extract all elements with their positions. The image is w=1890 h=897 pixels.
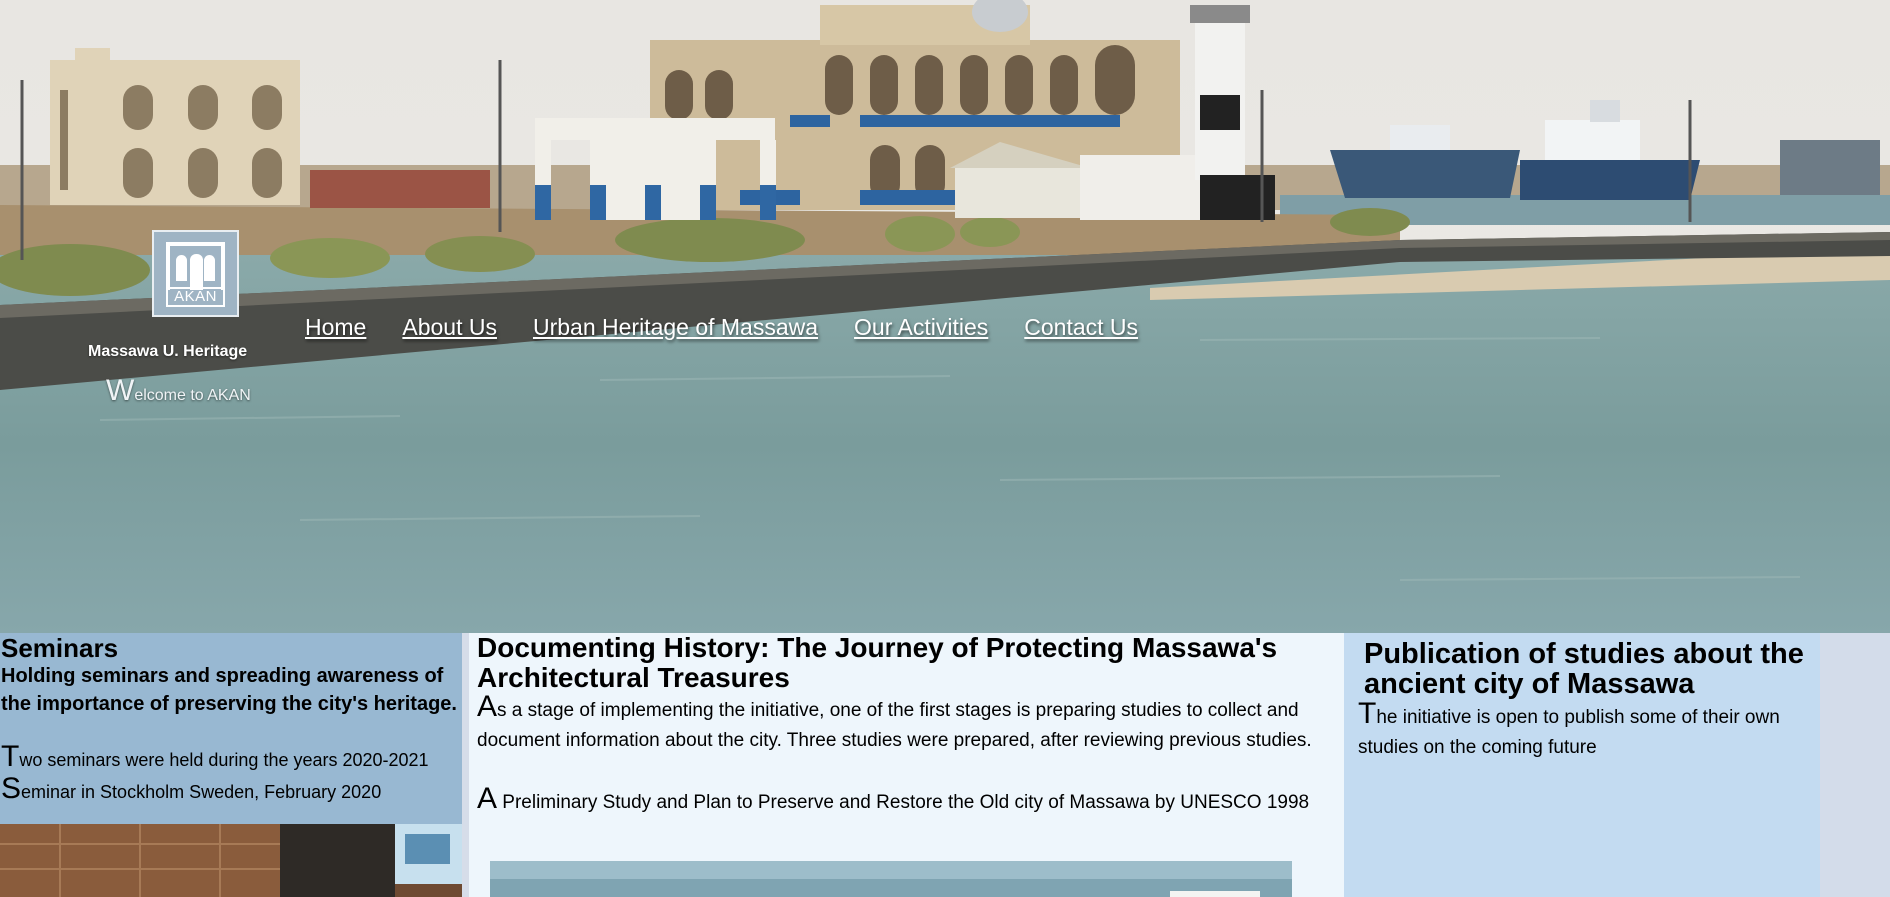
seminar-photo	[0, 824, 462, 897]
hero-banner: AKAN Massawa U. Heritage Welcome to AKAN…	[0, 0, 1890, 633]
nav-about-us[interactable]: About Us	[402, 314, 497, 341]
akan-logo[interactable]: AKAN	[152, 230, 239, 317]
nav-contact-us[interactable]: Contact Us	[1024, 314, 1138, 341]
documenting-title: Documenting History: The Journey of Prot…	[477, 633, 1278, 693]
arch-column	[190, 254, 203, 290]
site-brand: Massawa U. Heritage	[88, 343, 248, 360]
dropcap: A	[477, 690, 498, 723]
main-nav: Home About Us Urban Heritage of Massawa …	[305, 314, 1174, 341]
welcome-rest: elcome to AKAN	[134, 387, 251, 404]
seminars-lead: Holding seminars and spreading awareness…	[1, 665, 457, 715]
seminars-title: Seminars	[1, 633, 119, 663]
publication-section: Publication of studies about the ancient…	[1344, 633, 1820, 897]
nav-urban-heritage[interactable]: Urban Heritage of Massawa	[533, 314, 818, 341]
documenting-paragraph-1: As a stage of implementing the initiativ…	[477, 692, 1337, 756]
paragraph-text: he initiative is open to publish some of…	[1358, 707, 1780, 758]
publication-title: Publication of studies about the ancient…	[1364, 638, 1804, 700]
unesco-study-photo	[490, 861, 1292, 897]
seminars-paragraph-2: Seminar in Stockholm Sweden, February 20…	[1, 772, 381, 806]
dropcap: T	[1, 740, 20, 773]
documenting-section: Documenting History: The Journey of Prot…	[469, 633, 1344, 897]
paragraph-text: wo seminars were held during the years 2…	[19, 750, 429, 770]
nav-our-activities[interactable]: Our Activities	[854, 314, 988, 341]
right-gutter	[1820, 633, 1890, 897]
dropcap: T	[1358, 697, 1377, 730]
seminars-paragraph-1: Two seminars were held during the years …	[1, 740, 429, 774]
paragraph-text: Preliminary Study and Plan to Preserve a…	[497, 792, 1310, 813]
dropcap: A	[477, 782, 498, 815]
paragraph-text: eminar in Stockholm Sweden, February 202…	[21, 782, 382, 802]
paragraph-text: s a stage of implementing the initiative…	[477, 700, 1312, 751]
publication-paragraph: The initiative is open to publish some o…	[1358, 699, 1818, 763]
dropcap: S	[1, 772, 22, 805]
documenting-paragraph-2: A Preliminary Study and Plan to Preserve…	[477, 784, 1337, 818]
welcome-text: Welcome to AKAN	[106, 374, 251, 408]
logo-text: AKAN	[166, 287, 225, 307]
seminars-section: Seminars Holding seminars and spreading …	[0, 633, 462, 897]
welcome-dropcap: W	[106, 374, 135, 407]
nav-home[interactable]: Home	[305, 314, 366, 341]
